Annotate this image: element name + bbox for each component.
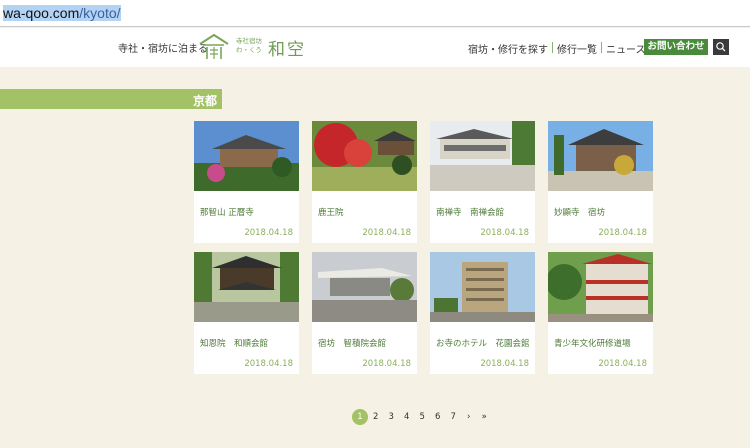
facility-photo[interactable]	[312, 121, 417, 191]
facility-date: 2018.04.18	[598, 359, 647, 369]
nav-divider	[552, 42, 553, 53]
facility-card[interactable]: お寺のホテル 花園会館 2018.04.18	[430, 252, 535, 374]
facility-date: 2018.04.18	[244, 228, 293, 238]
page-link[interactable]: 2	[368, 409, 384, 425]
contact-button[interactable]: お問い合わせ	[644, 39, 708, 55]
facility-date: 2018.04.18	[362, 359, 411, 369]
page-link[interactable]: 5	[415, 409, 431, 425]
facility-photo[interactable]	[194, 252, 299, 322]
facility-card[interactable]: 青少年文化研修道場 2018.04.18	[548, 252, 653, 374]
facility-photo[interactable]	[430, 252, 535, 322]
section-heading-bar: 京都	[0, 89, 222, 109]
facility-photo[interactable]	[548, 252, 653, 322]
search-button[interactable]	[713, 39, 729, 55]
url-host: wa-qoo.com	[3, 5, 80, 21]
section-title: 京都	[193, 94, 218, 108]
facility-card[interactable]: 那智山 正暦寺 2018.04.18	[194, 121, 299, 243]
main-nav: 宿坊・修行を探す 修行一覧 ニュース	[468, 41, 646, 56]
page-link[interactable]: 6	[430, 409, 446, 425]
logo-subtitle: 寺社宿坊 わ・くう	[236, 37, 262, 54]
site-header: 寺社・宿坊に泊まる 寺社宿坊 わ・くう 和空 宿坊・修行を探す 修行一覧 ニュー…	[0, 28, 750, 67]
facility-date: 2018.04.18	[480, 228, 529, 238]
facility-title[interactable]: 鹿王院	[318, 207, 414, 220]
browser-address-bar[interactable]: wa-qoo.com/kyoto/	[0, 0, 750, 27]
nav-training-list[interactable]: 修行一覧	[557, 41, 597, 56]
facility-title[interactable]: 知恩院 和順会館	[200, 338, 296, 351]
facility-photo[interactable]	[430, 121, 535, 191]
facility-title[interactable]: お寺のホテル 花園会館	[436, 338, 532, 351]
nav-news[interactable]: ニュース	[606, 41, 646, 56]
facility-card[interactable]: 鹿王院 2018.04.18	[312, 121, 417, 243]
search-icon	[716, 42, 726, 52]
url-text[interactable]: wa-qoo.com/kyoto/	[3, 4, 121, 22]
site-tagline: 寺社・宿坊に泊まる	[118, 44, 208, 55]
facility-date: 2018.04.18	[244, 359, 293, 369]
page-link[interactable]: 3	[384, 409, 400, 425]
pagination: 1 2 3 4 5 6 7 › »	[352, 409, 492, 425]
facility-card[interactable]: 南禅寺 南禅会館 2018.04.18	[430, 121, 535, 243]
url-path: /kyoto/	[79, 5, 121, 21]
page-current[interactable]: 1	[352, 409, 368, 425]
facility-date: 2018.04.18	[362, 228, 411, 238]
facility-photo[interactable]	[548, 121, 653, 191]
facility-title[interactable]: 妙顯寺 宿坊	[554, 207, 650, 220]
facility-photo[interactable]	[312, 252, 417, 322]
facility-card[interactable]: 宿坊 智積院会館 2018.04.18	[312, 252, 417, 374]
last-page-button[interactable]: »	[477, 409, 493, 425]
facility-title[interactable]: 南禅寺 南禅会館	[436, 207, 532, 220]
page-link[interactable]: 4	[399, 409, 415, 425]
facility-card[interactable]: 知恩院 和順会館 2018.04.18	[194, 252, 299, 374]
facility-date: 2018.04.18	[480, 359, 529, 369]
facility-date: 2018.04.18	[598, 228, 647, 238]
nav-search-stays[interactable]: 宿坊・修行を探す	[468, 41, 548, 56]
temple-roof-logo-icon[interactable]	[198, 33, 230, 61]
page-link[interactable]: 7	[446, 409, 462, 425]
facility-card[interactable]: 妙顯寺 宿坊 2018.04.18	[548, 121, 653, 243]
facility-title[interactable]: 那智山 正暦寺	[200, 207, 296, 220]
nav-divider	[601, 42, 602, 53]
next-page-button[interactable]: ›	[461, 409, 477, 425]
facility-photo[interactable]	[194, 121, 299, 191]
facility-title[interactable]: 宿坊 智積院会館	[318, 338, 414, 351]
logo-name[interactable]: 和空	[268, 35, 306, 60]
facility-title[interactable]: 青少年文化研修道場	[554, 338, 650, 351]
